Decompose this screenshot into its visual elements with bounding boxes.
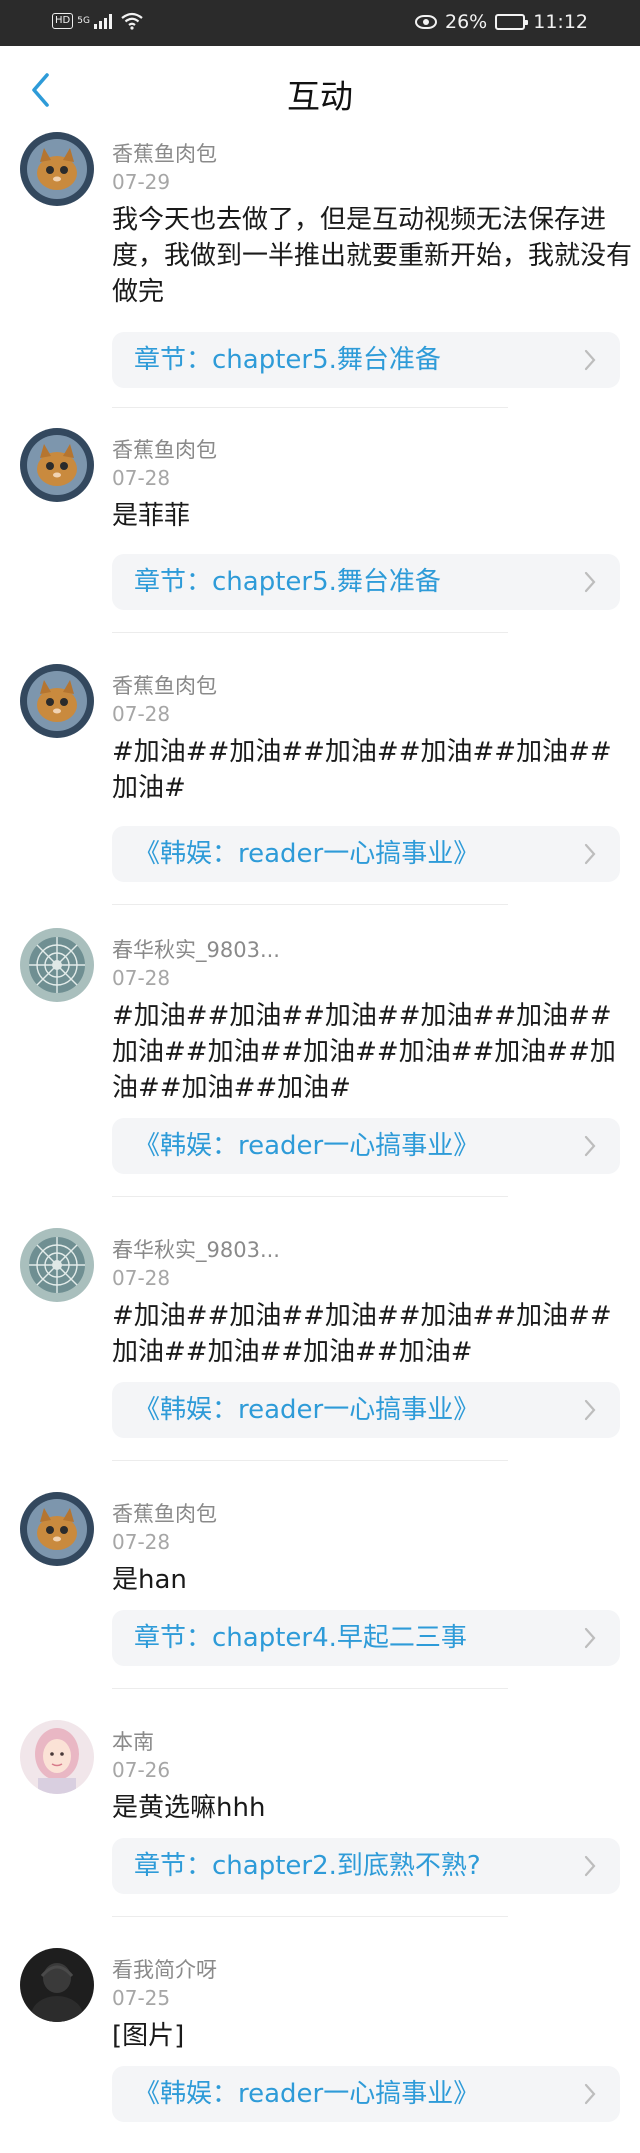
avatar[interactable]: [20, 1720, 94, 1794]
username[interactable]: 香蕉鱼肉包: [112, 1498, 217, 1528]
chevron-right-icon: [584, 1855, 596, 1877]
divider: [112, 632, 508, 633]
status-right: 26% 11:12: [415, 11, 588, 33]
chapter-link-label: 章节：chapter2.到底熟不熟?: [134, 1851, 481, 1881]
comment-item: 香蕉鱼肉包 07-29 我今天也去做了，但是互动视频无法保存进度，我做到一半推出…: [0, 126, 640, 408]
page-title: 互动: [287, 77, 353, 116]
comment-item: 春华秋实_9803... 07-28 #加油##加油##加油##加油##加油##…: [0, 922, 640, 1222]
username[interactable]: 看我简介呀: [112, 1954, 217, 1984]
divider: [112, 1688, 508, 1689]
chapter-link[interactable]: 《韩娱：reader一心搞事业》: [112, 826, 620, 882]
comment-date: 07-28: [112, 466, 171, 490]
chapter-link[interactable]: 章节：chapter5.舞台准备: [112, 554, 620, 610]
comment-item: 看我简介呀 07-25 [图片] 《韩娱：reader一心搞事业》: [0, 1942, 640, 2153]
chevron-right-icon: [584, 1399, 596, 1421]
dome-avatar-icon: [20, 1228, 94, 1302]
chevron-right-icon: [584, 571, 596, 593]
chapter-link[interactable]: 《韩娱：reader一心搞事业》: [112, 1382, 620, 1438]
chapter-link-label: 《韩娱：reader一心搞事业》: [134, 2079, 480, 2109]
comment-date: 07-28: [112, 702, 171, 726]
username[interactable]: 本南: [112, 1726, 154, 1756]
dark-avatar-icon: [20, 1948, 94, 2022]
chapter-link[interactable]: 《韩娱：reader一心搞事业》: [112, 2066, 620, 2122]
divider: [112, 1460, 508, 1461]
comment-text: 是菲菲: [112, 501, 191, 531]
comment-date: 07-28: [112, 966, 171, 990]
nav-bar: 互动: [0, 46, 640, 134]
chapter-link[interactable]: 章节：chapter4.早起二三事: [112, 1610, 620, 1666]
comment-text: 我今天也去做了，但是互动视频无法保存进度，我做到一半推出就要重新开始，我就没有做…: [112, 205, 633, 307]
chapter-link-label: 章节：chapter4.早起二三事: [134, 1623, 467, 1653]
chapter-link-label: 《韩娱：reader一心搞事业》: [134, 839, 480, 869]
comment-date: 07-25: [112, 1986, 171, 2010]
avatar[interactable]: [20, 664, 94, 738]
username[interactable]: 香蕉鱼肉包: [112, 670, 217, 700]
avatar[interactable]: [20, 1492, 94, 1566]
chevron-right-icon: [584, 349, 596, 371]
girl-avatar-icon: [20, 1720, 94, 1794]
eye-comfort-icon: [415, 15, 437, 29]
chevron-right-icon: [584, 1135, 596, 1157]
divider: [112, 904, 508, 905]
cat-avatar-icon: [20, 132, 94, 206]
username[interactable]: 春华秋实_9803...: [112, 1234, 280, 1264]
cat-avatar-icon: [20, 664, 94, 738]
chevron-right-icon: [584, 1627, 596, 1649]
avatar[interactable]: [20, 428, 94, 502]
avatar[interactable]: [20, 1228, 94, 1302]
comment-date: 07-26: [112, 1758, 171, 1782]
hd-icon: HD: [52, 13, 74, 29]
comment-date: 07-29: [112, 170, 171, 194]
comment-text: 是han: [112, 1565, 187, 1595]
comment-item: 香蕉鱼肉包 07-28 是菲菲 章节：chapter5.舞台准备: [0, 422, 640, 658]
signal-icon: [93, 13, 112, 29]
comment-item: 香蕉鱼肉包 07-28 #加油##加油##加油##加油##加油##加油# 《韩娱…: [0, 658, 640, 922]
wifi-icon: [121, 12, 143, 30]
comment-text: #加油##加油##加油##加油##加油##加油#: [112, 737, 612, 803]
chapter-link[interactable]: 《韩娱：reader一心搞事业》: [112, 1118, 620, 1174]
network-label: 5G: [77, 16, 90, 26]
comment-date: 07-28: [112, 1530, 171, 1554]
comment-date: 07-28: [112, 1266, 171, 1290]
comment-text: [图片]: [112, 2021, 185, 2051]
comment-item: 春华秋实_9803... 07-28 #加油##加油##加油##加油##加油##…: [0, 1222, 640, 1486]
chevron-right-icon: [584, 2083, 596, 2105]
divider: [112, 407, 508, 408]
comment-list[interactable]: 香蕉鱼肉包 07-29 我今天也去做了，但是互动视频无法保存进度，我做到一半推出…: [0, 126, 640, 2153]
chapter-link-label: 章节：chapter5.舞台准备: [134, 567, 441, 597]
status-bar: HD 5G 26% 11:12: [0, 0, 640, 46]
divider: [112, 1196, 508, 1197]
divider: [112, 1916, 508, 1917]
avatar[interactable]: [20, 1948, 94, 2022]
status-left: HD 5G: [52, 12, 144, 30]
comment-text: 是黄选嘛hhh: [112, 1793, 266, 1823]
chevron-right-icon: [584, 843, 596, 865]
username[interactable]: 香蕉鱼肉包: [112, 434, 217, 464]
comment-item: 本南 07-26 是黄选嘛hhh 章节：chapter2.到底熟不熟?: [0, 1714, 640, 1942]
chapter-link-label: 《韩娱：reader一心搞事业》: [134, 1395, 480, 1425]
avatar[interactable]: [20, 132, 94, 206]
comment-item: 香蕉鱼肉包 07-28 是han 章节：chapter4.早起二三事: [0, 1486, 640, 1714]
chapter-link-label: 《韩娱：reader一心搞事业》: [134, 1131, 480, 1161]
username[interactable]: 香蕉鱼肉包: [112, 138, 217, 168]
cat-avatar-icon: [20, 428, 94, 502]
username[interactable]: 春华秋实_9803...: [112, 934, 280, 964]
battery-percent: 26%: [445, 11, 488, 33]
comment-text: #加油##加油##加油##加油##加油##加油##加油##加油##加油##加油#…: [112, 1001, 616, 1103]
chapter-link[interactable]: 章节：chapter2.到底熟不熟?: [112, 1838, 620, 1894]
clock: 11:12: [533, 11, 588, 33]
dome-avatar-icon: [20, 928, 94, 1002]
avatar[interactable]: [20, 928, 94, 1002]
battery-icon: [495, 14, 529, 30]
chapter-link-label: 章节：chapter5.舞台准备: [134, 345, 441, 375]
chapter-link[interactable]: 章节：chapter5.舞台准备: [112, 332, 620, 388]
comment-text: #加油##加油##加油##加油##加油##加油##加油##加油##加油#: [112, 1301, 612, 1367]
cat-avatar-icon: [20, 1492, 94, 1566]
